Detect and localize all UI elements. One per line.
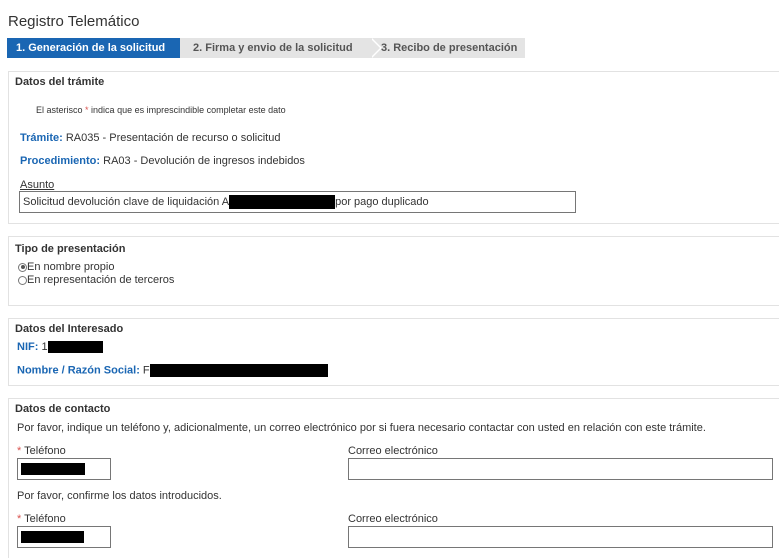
contact-intro: Por favor, indique un teléfono y, adicio… bbox=[17, 422, 706, 434]
radio-checked-icon[interactable] bbox=[18, 262, 27, 272]
section-title: Tipo de presentación bbox=[15, 243, 126, 255]
page-title: Registro Telemático bbox=[8, 13, 140, 30]
redaction-block bbox=[47, 341, 103, 354]
required-note: El asterisco * indica que es imprescindi… bbox=[36, 105, 286, 115]
redaction-block bbox=[21, 463, 85, 476]
correo-input[interactable] bbox=[348, 458, 773, 480]
redaction-block bbox=[229, 195, 336, 210]
required-asterisk: * bbox=[17, 445, 22, 457]
telefono-confirm-label-row: * Teléfono bbox=[17, 513, 66, 525]
procedimiento-row: Procedimiento: RA03 - Devolución de ingr… bbox=[20, 155, 305, 167]
required-note-suffix: indica que es imprescindible completar e… bbox=[88, 105, 286, 115]
asunto-input[interactable]: Solicitud devolución clave de liquidació… bbox=[19, 191, 576, 213]
required-asterisk: * bbox=[17, 513, 22, 525]
panel-datos-tramite: Datos del trámite El asterisco * indica … bbox=[8, 71, 779, 224]
nombre-label: Nombre / Razón Social: bbox=[17, 364, 140, 377]
section-title: Datos de contacto bbox=[15, 403, 111, 415]
telefono-input[interactable] bbox=[17, 458, 111, 480]
telefono-confirm-input[interactable] bbox=[17, 526, 111, 548]
required-note-prefix: El asterisco bbox=[36, 105, 86, 115]
telefono-label-row: * Teléfono bbox=[17, 445, 66, 457]
panel-datos-contacto: Datos de contacto Por favor, indique un … bbox=[8, 398, 779, 558]
radio-nombre-propio[interactable]: En nombre propio bbox=[18, 261, 114, 273]
correo-confirm-label: Correo electrónico bbox=[348, 513, 438, 525]
tramite-row: Trámite: RA035 - Presentación de recurso… bbox=[20, 132, 280, 144]
asunto-value-end: por pago duplicado bbox=[335, 196, 429, 208]
step-recibo: 3. Recibo de presentación bbox=[370, 38, 525, 58]
radio-representacion[interactable]: En representación de terceros bbox=[18, 274, 174, 286]
nif-row: NIF: 1 bbox=[17, 341, 103, 354]
nombre-row: Nombre / Razón Social: F bbox=[17, 364, 328, 377]
radio-label: En nombre propio bbox=[27, 261, 115, 273]
step-generacion: 1. Generación de la solicitud bbox=[7, 38, 190, 58]
wizard-steps: 1. Generación de la solicitud 2. Firma y… bbox=[7, 38, 527, 58]
panel-tipo-presentacion: Tipo de presentación En nombre propio En… bbox=[8, 236, 779, 306]
correo-confirm-input[interactable] bbox=[348, 526, 773, 548]
redaction-block bbox=[149, 364, 328, 377]
telefono-label: Teléfono bbox=[24, 445, 66, 457]
panel-datos-interesado: Datos del Interesado NIF: 1 Nombre / Raz… bbox=[8, 318, 779, 386]
tramite-value: RA035 - Presentación de recurso o solici… bbox=[65, 132, 281, 144]
telefono-confirm-label: Teléfono bbox=[24, 513, 66, 525]
radio-label: En representación de terceros bbox=[27, 274, 175, 286]
procedimiento-value: RA03 - Devolución de ingresos indebidos bbox=[103, 155, 305, 167]
nif-label: NIF: bbox=[17, 341, 39, 353]
section-title: Datos del trámite bbox=[15, 76, 105, 88]
correo-label: Correo electrónico bbox=[348, 445, 438, 457]
nombre-prefix: F bbox=[142, 364, 150, 377]
redaction-block bbox=[21, 531, 84, 544]
tramite-label: Trámite: bbox=[20, 132, 63, 144]
procedimiento-label: Procedimiento: bbox=[20, 155, 101, 167]
asunto-label: Asunto bbox=[20, 179, 55, 191]
radio-unchecked-icon[interactable] bbox=[18, 275, 27, 285]
section-title: Datos del Interesado bbox=[15, 323, 124, 335]
step-firma: 2. Firma y envio de la solicitud bbox=[180, 38, 382, 58]
asunto-value-start: Solicitud devolución clave de liquidació… bbox=[23, 196, 230, 208]
confirm-text: Por favor, confirme los datos introducid… bbox=[17, 490, 222, 502]
